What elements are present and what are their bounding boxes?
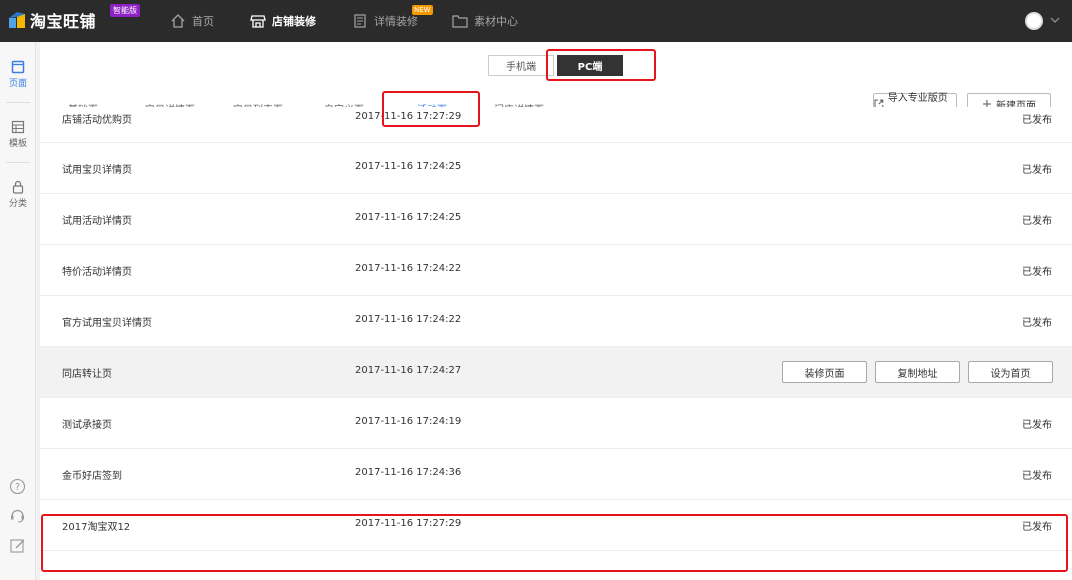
new-badge: NEW xyxy=(412,5,433,15)
page-time: 2017-11-16 17:24:19 xyxy=(355,416,462,427)
avatar[interactable] xyxy=(1025,12,1043,30)
page-name: 特价活动详情页 xyxy=(62,267,132,278)
decorate-page-button[interactable]: 装修页面 xyxy=(782,361,867,383)
page-time: 2017-11-16 17:24:25 xyxy=(355,161,462,172)
table-row[interactable]: 特价活动详情页 2017-11-16 17:24:22 已发布 xyxy=(40,245,1072,296)
store-icon xyxy=(250,15,266,28)
nav-detail-decoration[interactable]: 详情装修 xyxy=(352,0,418,42)
template-icon xyxy=(11,120,25,134)
table-row[interactable]: 店铺活动优购页 2017-11-16 17:27:29 已发布 xyxy=(40,107,1072,143)
page-time: 2017-11-16 17:24:27 xyxy=(355,365,462,376)
sidebar-item-pages-label: 页面 xyxy=(8,79,27,89)
page-name: 试用宝贝详情页 xyxy=(62,165,132,176)
main-content: 手机端 PC端 基础页 宝贝详情页 宝贝列表页 自定义页 活动页 门店详情页 导… xyxy=(40,42,1072,580)
chevron-down-icon[interactable] xyxy=(1049,14,1061,26)
taobao-logo-icon xyxy=(9,12,25,28)
page-time: 2017-11-16 17:27:29 xyxy=(355,111,462,122)
copy-address-button[interactable]: 复制地址 xyxy=(875,361,960,383)
sidebar-item-templates-label: 模板 xyxy=(8,139,27,149)
brand-name: 淘宝旺铺 xyxy=(30,12,97,31)
sidebar-item-templates[interactable]: 模板 xyxy=(0,120,36,149)
sidebar-divider xyxy=(6,162,30,163)
status-badge: 已发布 xyxy=(1022,115,1052,126)
page-name: 试用活动详情页 xyxy=(62,216,132,227)
status-badge: 已发布 xyxy=(1022,267,1052,278)
status-badge: 已发布 xyxy=(1022,522,1052,533)
page-time: 2017-11-16 17:27:29 xyxy=(355,518,462,529)
nav-material-center[interactable]: 素材中心 xyxy=(452,0,518,42)
table-row[interactable]: 同店转让页 2017-11-16 17:24:27 装修页面 复制地址 设为首页 xyxy=(40,347,1072,398)
folder-icon xyxy=(452,15,468,28)
nav-store-decoration-label: 店铺装修 xyxy=(272,15,316,28)
edit-icon[interactable] xyxy=(9,537,26,554)
table-row[interactable]: 官方试用宝贝详情页 2017-11-16 17:24:22 已发布 xyxy=(40,296,1072,347)
status-badge: 已发布 xyxy=(1022,420,1052,431)
customer-service-icon[interactable] xyxy=(9,507,26,524)
status-badge: 已发布 xyxy=(1022,318,1052,329)
nav-material-center-label: 素材中心 xyxy=(474,15,518,28)
home-icon xyxy=(171,14,185,28)
table-row[interactable]: 2017淘宝双12 2017-11-16 17:27:29 已发布 xyxy=(40,500,1072,551)
page-time: 2017-11-16 17:24:25 xyxy=(355,212,462,223)
page-icon xyxy=(11,60,25,74)
status-badge: 已发布 xyxy=(1022,216,1052,227)
table-row[interactable]: 试用活动详情页 2017-11-16 17:24:25 已发布 xyxy=(40,194,1072,245)
brand[interactable]: 淘宝旺铺 智能版 xyxy=(8,4,140,31)
set-homepage-button[interactable]: 设为首页 xyxy=(968,361,1053,383)
page-time: 2017-11-16 17:24:22 xyxy=(355,314,462,325)
status-badge: 已发布 xyxy=(1022,165,1052,176)
page-name: 金币好店签到 xyxy=(62,471,122,482)
detail-page-icon xyxy=(354,14,366,28)
sidebar: 页面 模板 分类 ? xyxy=(0,42,36,580)
svg-text:?: ? xyxy=(15,482,20,493)
sidebar-item-categories-label: 分类 xyxy=(8,199,27,209)
nav-home-label: 首页 xyxy=(192,15,214,28)
table-row[interactable]: 测试承接页 2017-11-16 17:24:19 已发布 xyxy=(40,398,1072,449)
sidebar-divider xyxy=(6,102,30,103)
pc-toggle-button[interactable]: PC端 xyxy=(557,55,623,76)
mobile-toggle-button[interactable]: 手机端 xyxy=(488,55,554,76)
page-name: 官方试用宝贝详情页 xyxy=(62,318,152,329)
page-time: 2017-11-16 17:24:36 xyxy=(355,467,462,478)
page-name: 2017淘宝双12 xyxy=(62,522,131,533)
page-time: 2017-11-16 17:24:22 xyxy=(355,263,462,274)
status-badge: 已发布 xyxy=(1022,471,1052,482)
page-name: 测试承接页 xyxy=(62,420,112,431)
edition-badge: 智能版 xyxy=(110,4,140,17)
page-name: 同店转让页 xyxy=(62,369,112,380)
sidebar-item-pages[interactable]: 页面 xyxy=(0,60,36,89)
nav-detail-decoration-label: 详情装修 xyxy=(374,15,418,28)
device-switch: 手机端 PC端 xyxy=(488,55,623,76)
lock-icon xyxy=(12,180,24,194)
nav-store-decoration[interactable]: 店铺装修 xyxy=(250,0,316,42)
nav-home[interactable]: 首页 xyxy=(170,0,214,42)
sidebar-item-categories[interactable]: 分类 xyxy=(0,180,36,209)
top-bar: 淘宝旺铺 智能版 首页 店铺装修 详情装修 NEW 素材中心 xyxy=(0,0,1072,42)
help-icon[interactable]: ? xyxy=(9,478,26,495)
table-row[interactable]: 试用宝贝详情页 2017-11-16 17:24:25 已发布 xyxy=(40,143,1072,194)
table-row[interactable]: 金币好店签到 2017-11-16 17:24:36 已发布 xyxy=(40,449,1072,500)
page-name: 店铺活动优购页 xyxy=(62,115,132,126)
